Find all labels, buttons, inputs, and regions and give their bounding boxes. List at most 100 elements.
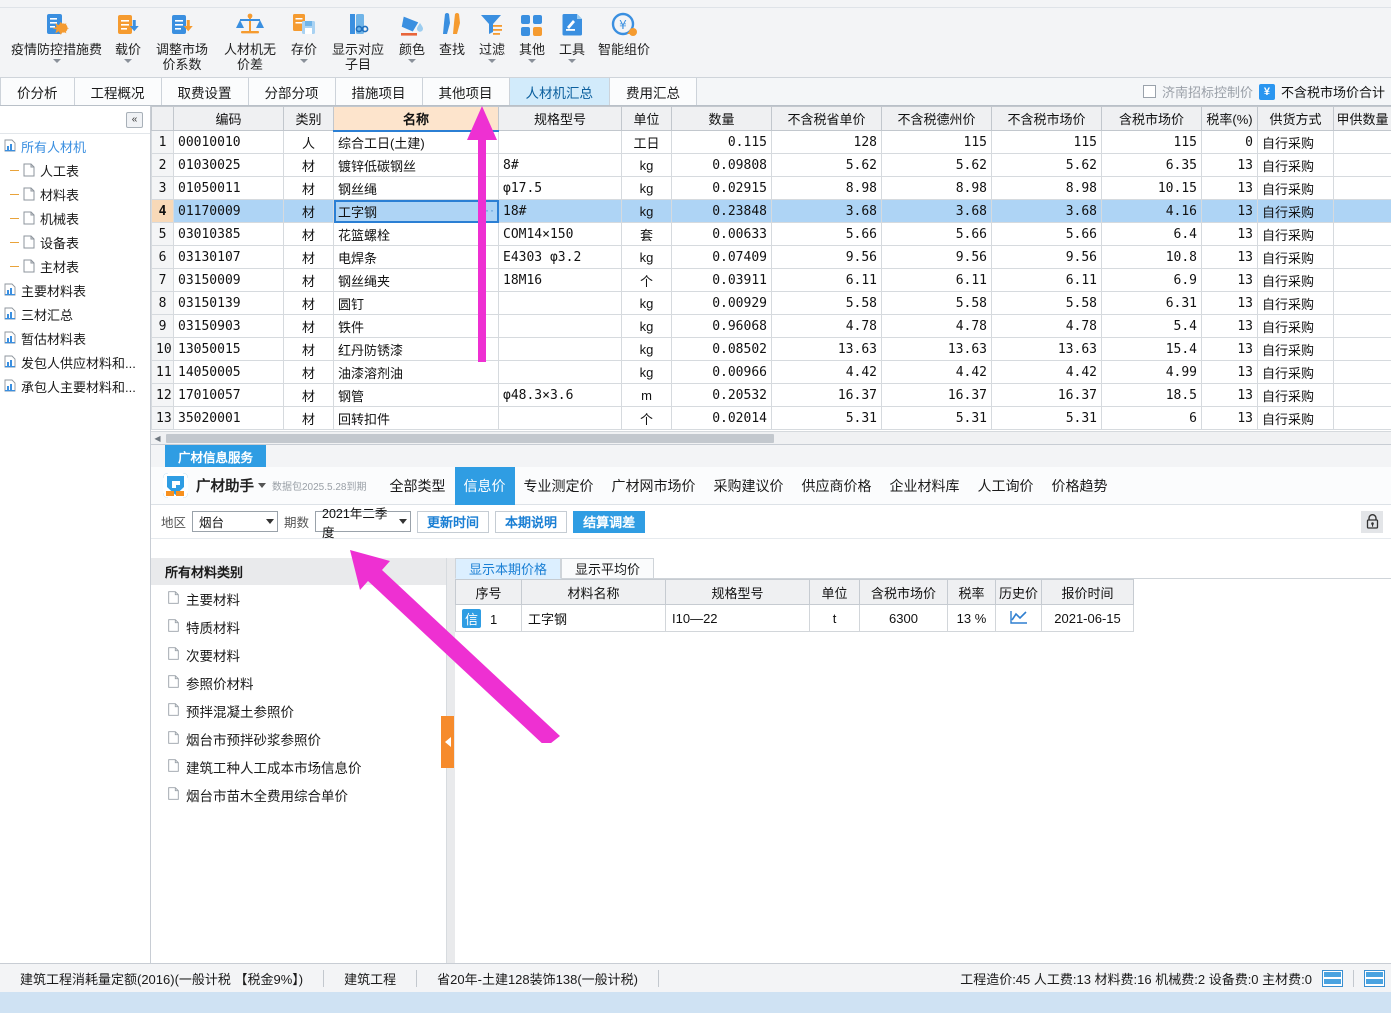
toolbar-item-find[interactable]: 查找 [432, 7, 472, 78]
cell-supply-method[interactable]: 自行采购 [1257, 268, 1334, 292]
cell-market-price[interactable]: 13.63 [991, 337, 1102, 361]
period-note-button[interactable]: 本期说明 [495, 510, 568, 533]
cell-tax-rate[interactable]: 13 [1201, 406, 1258, 430]
cell-province-price[interactable]: 6.11 [771, 268, 882, 292]
toolbar-item-adjust-market-price[interactable]: 调整市场价系数 [148, 7, 216, 78]
chevron-down-icon[interactable] [258, 483, 266, 488]
cell-tax-rate[interactable]: 13 [1201, 153, 1258, 177]
cell-dezhou-price[interactable]: 115 [881, 130, 992, 154]
cell-supply-method[interactable]: 自行采购 [1257, 406, 1334, 430]
chevron-down-icon[interactable] [124, 59, 133, 63]
cell-market-price[interactable]: 8.98 [991, 176, 1102, 200]
cell-category[interactable]: 人 [283, 130, 334, 154]
col-category[interactable]: 类别 [283, 106, 334, 131]
material-grid[interactable]: 编码 类别 名称 规格型号 单位 数量 不含税省单价 不含税德州价 不含税市场价… [151, 106, 1391, 443]
cell-taxed-market-price[interactable]: 6.35 [1101, 153, 1202, 177]
cell-quantity[interactable]: 0.07409 [671, 245, 772, 269]
cell-spec[interactable] [498, 130, 622, 154]
tree-item-1[interactable]: 人工表 [0, 158, 150, 182]
col-supply-method[interactable]: 供货方式 [1257, 106, 1334, 131]
cell-quantity[interactable]: 0.115 [671, 130, 772, 154]
chevron-down-icon[interactable] [528, 59, 537, 63]
cell-row-index[interactable]: 5 [151, 222, 174, 246]
cell-category[interactable]: 材 [283, 360, 334, 384]
cell-unit[interactable]: kg [621, 245, 672, 269]
chevron-down-icon[interactable] [568, 59, 577, 63]
cell-owner-supplied-qty[interactable] [1333, 314, 1391, 338]
cell-province-price[interactable]: 5.66 [771, 222, 882, 246]
cell-market-price[interactable]: 5.58 [991, 291, 1102, 315]
cell-category[interactable]: 材 [283, 153, 334, 177]
cell-supply-method[interactable]: 自行采购 [1257, 222, 1334, 246]
cell-taxed-market-price[interactable]: 10.8 [1101, 245, 1202, 269]
cell-code[interactable]: 01170009 [173, 199, 284, 223]
settlement-adjust-button[interactable]: 结算调差 [573, 510, 646, 533]
cell-supply-method[interactable]: 自行采购 [1257, 130, 1334, 154]
cell-quantity[interactable]: 0.02014 [671, 406, 772, 430]
toolbar-item-tools[interactable]: 工具 [552, 7, 592, 78]
category-item-5[interactable]: 烟台市预拌砂浆参照价 [151, 725, 446, 753]
tree-item-7[interactable]: 三材汇总 [0, 302, 150, 326]
tab-price-analysis[interactable]: 价分析 [0, 78, 75, 105]
cell-supply-method[interactable]: 自行采购 [1257, 383, 1334, 407]
cell-market-price[interactable]: 4.78 [991, 314, 1102, 338]
tree-item-4[interactable]: 设备表 [0, 230, 150, 254]
cell-supply-method[interactable]: 自行采购 [1257, 314, 1334, 338]
cell-supply-method[interactable]: 自行采购 [1257, 337, 1334, 361]
tab-project-overview[interactable]: 工程概况 [74, 78, 162, 105]
cell-spec[interactable]: 18# [498, 199, 622, 223]
cell-code[interactable]: 03150903 [173, 314, 284, 338]
update-time-button[interactable]: 更新时间 [417, 510, 490, 533]
table-row[interactable]: 9 03150903 材铁件 kg 0.96068 4.78 4.78 4.78 5.4 13 自行… [151, 314, 1391, 338]
cell-row-index[interactable]: 4 [151, 199, 174, 223]
cell-dezhou-price[interactable]: 13.63 [881, 337, 992, 361]
toolbar-item-smart-pricing[interactable]: ¥ 智能组价 [592, 7, 656, 78]
cell-code[interactable]: 03010385 [173, 222, 284, 246]
category-item-6[interactable]: 建筑工种人工成本市场信息价 [151, 753, 446, 781]
cell-code[interactable]: 01030025 [173, 153, 284, 177]
tab-labor-material-machine-summary[interactable]: 人材机汇总 [509, 78, 610, 105]
scroll-left-arrow[interactable]: ◀ [151, 434, 164, 443]
cell-unit[interactable]: kg [621, 360, 672, 384]
col-tax-rate[interactable]: 税率(%) [1201, 106, 1258, 131]
cell-taxed-market-price[interactable]: 15.4 [1101, 337, 1202, 361]
cell-taxed-market-price[interactable]: 10.15 [1101, 176, 1202, 200]
table-row[interactable]: 2 01030025 材镀锌低碳钢丝 8# kg 0.09808 5.62 5.62 5.62 6… [151, 153, 1391, 177]
category-item-1[interactable]: 特质材料 [151, 613, 446, 641]
cell-dezhou-price[interactable]: 9.56 [881, 245, 992, 269]
cell-name[interactable]: 铁件 [333, 314, 499, 338]
cell-spec[interactable]: COM14×150 [498, 222, 622, 246]
toolbar-item-save-price[interactable]: 存价 [284, 7, 324, 78]
tab-division-items[interactable]: 分部分项 [248, 78, 336, 105]
cell-owner-supplied-qty[interactable] [1333, 268, 1391, 292]
chevron-down-icon[interactable] [300, 59, 309, 63]
col-code[interactable]: 编码 [173, 106, 284, 131]
cell-category[interactable]: 材 [283, 337, 334, 361]
cell-row-index[interactable]: 3 [151, 176, 174, 200]
table-row[interactable]: 5 03010385 材花篮螺栓 COM14×150 套 0.00633 5.66 5.66 5… [151, 222, 1391, 246]
nav-price-trend[interactable]: 价格趋势 [1043, 471, 1117, 501]
cell-name[interactable]: 工字钢 ··· [333, 199, 499, 223]
cell-unit[interactable]: kg [621, 337, 672, 361]
cell-row-index[interactable]: 11 [151, 360, 174, 384]
col-province-price[interactable]: 不含税省单价 [771, 106, 882, 131]
cell-tax-rate[interactable]: 13 [1201, 176, 1258, 200]
tab-show-average-price[interactable]: 显示平均价 [561, 558, 655, 579]
table-row[interactable]: 7 03150009 材钢丝绳夹 18M16 个 0.03911 6.11 6.11 6.11 6… [151, 268, 1391, 292]
cell-category[interactable]: 材 [283, 383, 334, 407]
nav-supplier-price[interactable]: 供应商价格 [793, 471, 881, 501]
cell-dezhou-price[interactable]: 5.66 [881, 222, 992, 246]
cell-code[interactable]: 35020001 [173, 406, 284, 430]
category-item-3[interactable]: 参照价材料 [151, 669, 446, 697]
cell-unit[interactable]: kg [621, 291, 672, 315]
cell-taxed-market-price[interactable]: 6.31 [1101, 291, 1202, 315]
cell-code[interactable]: 03150009 [173, 268, 284, 292]
cell-market-price[interactable]: 16.37 [991, 383, 1102, 407]
guangcai-assistant-name[interactable]: 广材助手 [196, 475, 254, 496]
cell-code[interactable]: 01050011 [173, 176, 284, 200]
cell-dezhou-price[interactable]: 4.42 [881, 360, 992, 384]
toolbar-item-color[interactable]: 颜色 [392, 7, 432, 78]
cell-dezhou-price[interactable]: 8.98 [881, 176, 992, 200]
cell-owner-supplied-qty[interactable] [1333, 337, 1391, 361]
table-row[interactable]: 8 03150139 材圆钉 kg 0.00929 5.58 5.58 5.58 6.31 13 自… [151, 291, 1391, 315]
